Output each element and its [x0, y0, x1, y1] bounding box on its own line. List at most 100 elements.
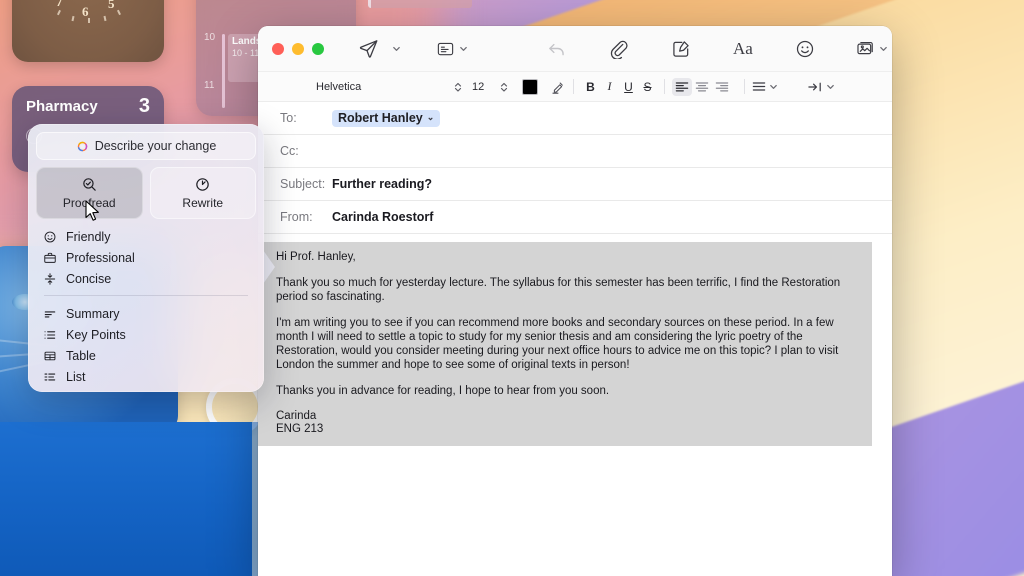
header-row-subject[interactable]: Subject: Further reading? — [258, 168, 892, 201]
menu-item-concise[interactable]: Concise — [36, 268, 256, 289]
describe-change-placeholder: Describe your change — [94, 139, 217, 153]
underline-button[interactable]: U — [619, 80, 638, 94]
body-paragraph-2: I'm am writing you to see if you can rec… — [276, 317, 839, 371]
table-icon — [42, 349, 57, 363]
mail-compose-window: Aa Helvetica 12 B I U S To: Robert Hanle… — [258, 26, 892, 576]
calendar-time-rail — [222, 34, 225, 108]
writing-tools-actions: Proofread Rewrite — [36, 167, 256, 219]
from-label: From: — [280, 210, 313, 224]
bold-button[interactable]: B — [581, 80, 600, 94]
lists-button[interactable] — [752, 74, 778, 100]
menu-item-list[interactable]: List — [36, 366, 256, 387]
menu-item-label: Table — [66, 348, 96, 363]
menu-item-label: Key Points — [66, 327, 126, 342]
menu-item-key-points[interactable]: Key Points — [36, 324, 256, 345]
menu-item-label: Concise — [66, 271, 112, 286]
header-row-cc[interactable]: Cc: — [258, 135, 892, 168]
summary-lines-icon — [42, 307, 57, 321]
body-paragraph-1: Thank you so much for yesterday lecture.… — [276, 277, 841, 303]
italic-button[interactable]: I — [600, 79, 619, 94]
header-row-from[interactable]: From: Carinda Roestorf — [258, 201, 892, 234]
emoji-button[interactable] — [795, 36, 815, 62]
from-value: Carinda Roestorf — [332, 210, 434, 224]
menu-item-friendly[interactable]: Friendly — [36, 226, 256, 247]
undo-button[interactable] — [546, 36, 567, 62]
stationery-button[interactable] — [435, 36, 468, 62]
header-row-to[interactable]: To: Robert Hanley ⌄ — [258, 102, 892, 135]
minimize-button[interactable] — [292, 42, 304, 55]
list-icon — [42, 370, 57, 384]
menu-item-label: List — [66, 369, 86, 384]
calendar-hour-10: 10 — [204, 32, 216, 43]
calendar-event-time: 2PM — [376, 0, 467, 3]
recipient-token[interactable]: Robert Hanley ⌄ — [332, 109, 441, 127]
mail-body[interactable]: Hi Prof. Hanley, Thank you so much for y… — [258, 242, 892, 576]
cc-label: Cc: — [280, 144, 299, 158]
stepper-icon — [500, 82, 508, 92]
menu-separator — [44, 295, 248, 296]
stepper-icon — [454, 82, 462, 92]
rewrite-clock-icon — [196, 178, 210, 191]
markup-button[interactable] — [671, 36, 691, 62]
menu-item-professional[interactable]: Professional — [36, 247, 256, 268]
indent-button[interactable] — [808, 74, 835, 100]
body-signature-course: ENG 213 — [276, 423, 324, 435]
photos-button[interactable] — [855, 36, 888, 62]
align-center-button[interactable] — [692, 78, 712, 96]
menu-item-label: Summary — [66, 306, 120, 321]
body-signature-name: Carinda — [276, 410, 317, 422]
desktop-blue-panel — [0, 422, 252, 576]
compress-icon — [42, 272, 57, 286]
align-right-button[interactable] — [712, 78, 732, 96]
key-points-icon — [42, 328, 57, 342]
window-traffic-lights — [272, 42, 324, 55]
zoom-button[interactable] — [312, 42, 324, 55]
menu-item-summary[interactable]: Summary — [36, 303, 256, 324]
send-button[interactable] — [358, 36, 379, 62]
clock-face: 4 5 6 7 8 — [12, 0, 164, 62]
font-size-value: 12 — [472, 80, 485, 93]
attach-button[interactable] — [609, 36, 629, 62]
writing-tools-format-list: Summary Key Points Table List — [36, 303, 256, 387]
close-button[interactable] — [272, 42, 284, 55]
body-paragraph-closing: Thanks you in advance for reading, I hop… — [276, 385, 610, 397]
describe-change-field[interactable]: Describe your change — [36, 132, 256, 160]
calendar-event-study-session[interactable]: Study Session 2PM — [368, 0, 472, 8]
clock-numeral-7: 7 — [56, 0, 63, 9]
recipient-name: Robert Hanley — [338, 110, 423, 125]
strikethrough-button[interactable]: S — [638, 80, 657, 94]
menu-item-label: Professional — [66, 250, 135, 265]
to-label: To: — [280, 111, 297, 125]
chevron-down-icon[interactable]: ⌄ — [427, 112, 435, 123]
briefcase-icon — [42, 251, 57, 265]
mouse-cursor — [85, 200, 99, 221]
pharmacy-count: 3 — [138, 95, 150, 117]
apple-intelligence-icon — [77, 141, 87, 151]
smiley-icon — [42, 230, 57, 244]
clock-numeral-5: 5 — [108, 0, 115, 11]
pharmacy-title: Pharmacy — [26, 98, 98, 115]
font-family-select[interactable]: Helvetica — [314, 77, 466, 97]
menu-item-table[interactable]: Table — [36, 345, 256, 366]
format-button[interactable]: Aa — [733, 36, 753, 62]
font-family-value: Helvetica — [316, 80, 362, 93]
text-color-swatch[interactable] — [522, 78, 538, 95]
mail-format-bar: Helvetica 12 B I U S — [258, 72, 892, 102]
clock-widget[interactable]: 4 5 6 7 8 — [12, 0, 164, 62]
font-size-select[interactable]: 12 — [466, 77, 512, 97]
writing-tools-popover: Describe your change Proofread Rewrite F… — [28, 124, 264, 392]
subject-label: Subject: — [280, 177, 326, 191]
align-left-button[interactable] — [672, 77, 692, 96]
send-options-button[interactable] — [389, 36, 401, 62]
menu-item-label: Friendly — [66, 229, 111, 244]
body-paragraph-greeting: Hi Prof. Hanley, — [276, 251, 356, 263]
rewrite-label: Rewrite — [182, 196, 224, 210]
magnifier-check-icon — [82, 178, 96, 191]
rewrite-button[interactable]: Rewrite — [149, 167, 256, 219]
highlighter-icon[interactable] — [550, 74, 566, 100]
subject-value: Further reading? — [332, 177, 433, 191]
writing-tools-tone-list: Friendly Professional Concise — [36, 226, 256, 289]
calendar-hour-11: 11 — [204, 80, 215, 91]
mail-body-selection[interactable]: Hi Prof. Hanley, Thank you so much for y… — [258, 242, 872, 446]
mail-toolbar: Aa — [258, 26, 892, 72]
